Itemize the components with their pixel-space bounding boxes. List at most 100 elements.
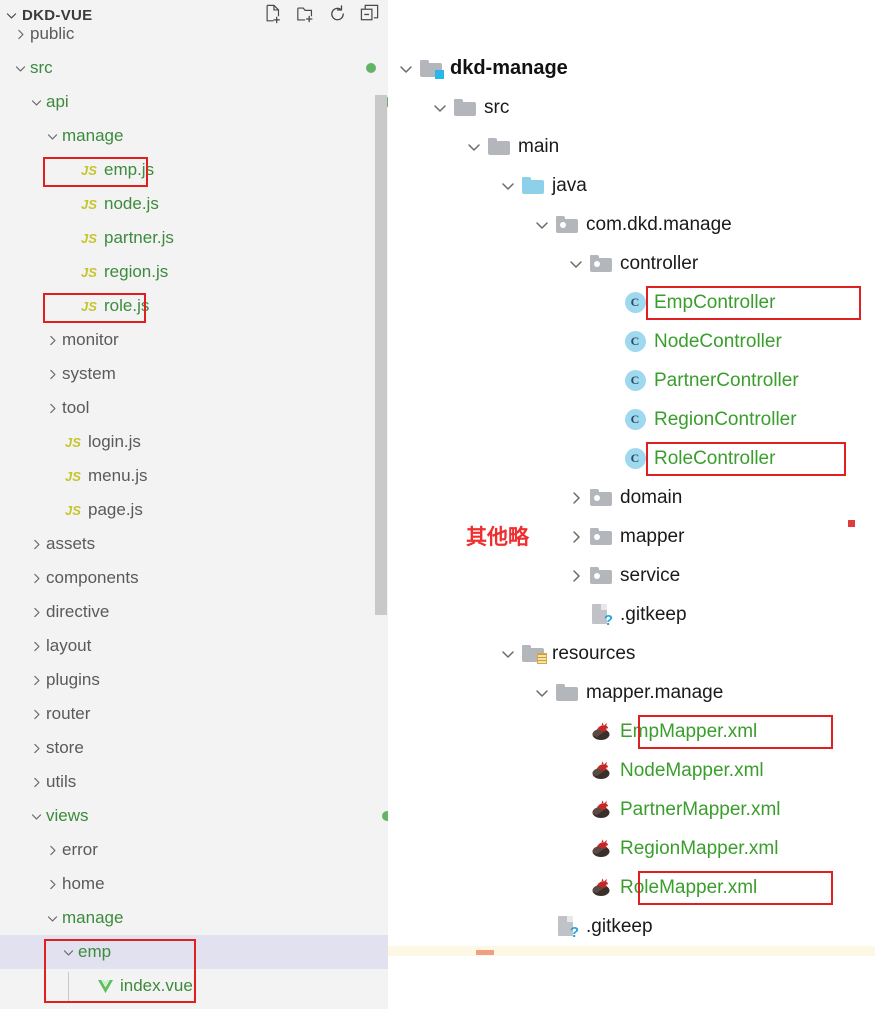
explorer-row-public[interactable]: public	[0, 17, 388, 51]
chevron-down-icon[interactable]	[44, 910, 60, 926]
chevron-down-icon[interactable]	[28, 94, 44, 110]
project-row-controller[interactable]: controller	[388, 244, 875, 283]
explorer-tree[interactable]: index.vueU emp manage home error views utils st…	[0, 24, 388, 1009]
chevron-down-icon[interactable]	[44, 128, 60, 144]
explorer-row-role-js[interactable]: JSrole.jsU	[0, 289, 388, 323]
chevron-right-icon[interactable]	[28, 570, 44, 586]
project-row-rolemapper-xml[interactable]: RoleMapper.xml	[388, 868, 875, 907]
explorer-row-plugins[interactable]: plugins	[0, 663, 388, 697]
explorer-row-emp[interactable]: emp	[0, 935, 388, 969]
project-row-label: .gitkeep	[586, 915, 653, 937]
java-class-icon: C	[624, 448, 646, 469]
explorer-row-region-js[interactable]: JSregion.jsU	[0, 255, 388, 289]
chevron-right-icon[interactable]	[44, 400, 60, 416]
explorer-row-manage[interactable]: manage	[0, 119, 388, 153]
chevron-down-icon[interactable]	[498, 646, 518, 662]
chevron-right-icon[interactable]	[44, 366, 60, 382]
javascript-file-icon: JS	[81, 196, 97, 212]
explorer-row-monitor[interactable]: monitor	[0, 323, 388, 357]
explorer-row-login-js[interactable]: JS login.js	[0, 425, 388, 459]
project-row-rolecontroller[interactable]: C RoleController	[388, 439, 875, 478]
project-row-partnermapper-xml[interactable]: PartnerMapper.xml	[388, 790, 875, 829]
chevron-right-icon[interactable]	[566, 529, 586, 545]
project-row-label: EmpMapper.xml	[620, 720, 758, 742]
chevron-right-icon[interactable]	[44, 842, 60, 858]
project-row-mapper[interactable]: mapper	[388, 517, 875, 556]
java-class-icon: C	[620, 292, 650, 313]
project-row-regionmapper-xml[interactable]: RegionMapper.xml	[388, 829, 875, 868]
chevron-down-icon[interactable]	[498, 178, 518, 194]
explorer-row-node-js[interactable]: JSnode.jsU	[0, 187, 388, 221]
chevron-right-icon[interactable]	[28, 604, 44, 620]
explorer-scrollbar[interactable]	[374, 31, 388, 1009]
explorer-row-directive[interactable]: directive	[0, 595, 388, 629]
chevron-right-icon[interactable]	[44, 876, 60, 892]
chevron-down-icon[interactable]	[566, 256, 586, 272]
project-row-com-dkd-manage[interactable]: com.dkd.manage	[388, 205, 875, 244]
explorer-row-router[interactable]: router	[0, 697, 388, 731]
project-row-regioncontroller[interactable]: C RegionController	[388, 400, 875, 439]
annotation-others-omitted: 其他略	[466, 525, 529, 549]
explorer-row-page-js[interactable]: JS page.js	[0, 493, 388, 527]
project-row-src[interactable]: src	[388, 88, 875, 127]
explorer-row-utils[interactable]: utils	[0, 765, 388, 799]
project-row-java[interactable]: java	[388, 166, 875, 205]
project-row-main[interactable]: main	[388, 127, 875, 166]
project-row-label: src	[484, 96, 510, 118]
chevron-right-icon[interactable]	[28, 706, 44, 722]
chevron-right-icon[interactable]	[566, 568, 586, 584]
explorer-row-assets[interactable]: assets	[0, 527, 388, 561]
folder-icon	[484, 138, 514, 155]
explorer-row-emp-js[interactable]: JSemp.jsU	[0, 153, 388, 187]
explorer-row-label: emp	[78, 942, 112, 961]
explorer-row-home[interactable]: home	[0, 867, 388, 901]
chevron-down-icon[interactable]	[532, 217, 552, 233]
chevron-right-icon[interactable]	[28, 672, 44, 688]
explorer-row-layout[interactable]: layout	[0, 629, 388, 663]
explorer-row-components[interactable]: components	[0, 561, 388, 595]
explorer-row-partner-js[interactable]: JSpartner.jsU	[0, 221, 388, 255]
chevron-down-icon[interactable]	[532, 685, 552, 701]
explorer-row-system[interactable]: system	[0, 357, 388, 391]
project-row--gitkeep[interactable]: ? .gitkeep	[388, 595, 875, 634]
scrollbar-thumb[interactable]	[375, 95, 387, 615]
explorer-row-index-vue[interactable]: index.vueU	[0, 969, 388, 1003]
chevron-down-icon[interactable]	[430, 100, 450, 116]
chevron-down-icon[interactable]	[396, 61, 416, 77]
project-row-empcontroller[interactable]: C EmpController	[388, 283, 875, 322]
java-class-icon: C	[620, 370, 650, 391]
chevron-right-icon[interactable]	[28, 638, 44, 654]
explorer-row-error[interactable]: error	[0, 833, 388, 867]
project-row-domain[interactable]: domain	[388, 478, 875, 517]
unknown-file-icon: ?	[591, 603, 613, 628]
chevron-down-icon[interactable]	[464, 139, 484, 155]
chevron-down-icon[interactable]	[60, 944, 76, 960]
explorer-row-views[interactable]: views	[0, 799, 388, 833]
mybatis-file-icon	[592, 760, 610, 779]
project-row-partnercontroller[interactable]: C PartnerController	[388, 361, 875, 400]
explorer-row-src[interactable]: src	[0, 51, 388, 85]
project-row-nodemapper-xml[interactable]: NodeMapper.xml	[388, 751, 875, 790]
explorer-row-tool[interactable]: tool	[0, 391, 388, 425]
explorer-row-label: monitor	[62, 330, 119, 349]
chevron-right-icon[interactable]	[28, 774, 44, 790]
project-row-service[interactable]: service	[388, 556, 875, 595]
chevron-right-icon[interactable]	[28, 740, 44, 756]
project-row-nodecontroller[interactable]: C NodeController	[388, 322, 875, 361]
explorer-row-manage[interactable]: manage	[0, 901, 388, 935]
chevron-right-icon[interactable]	[12, 26, 28, 42]
explorer-row-api[interactable]: api	[0, 85, 388, 119]
project-row-dkd-manage[interactable]: dkd-manage	[388, 49, 875, 88]
explorer-row-store[interactable]: store	[0, 731, 388, 765]
java-class-icon: C	[620, 409, 650, 430]
chevron-right-icon[interactable]	[44, 332, 60, 348]
chevron-right-icon[interactable]	[28, 536, 44, 552]
project-row--gitkeep[interactable]: ? .gitkeep	[388, 907, 875, 946]
chevron-right-icon[interactable]	[566, 490, 586, 506]
chevron-down-icon[interactable]	[28, 808, 44, 824]
chevron-down-icon[interactable]	[12, 60, 28, 76]
project-row-resources[interactable]: resources	[388, 634, 875, 673]
project-row-empmapper-xml[interactable]: EmpMapper.xml	[388, 712, 875, 751]
explorer-row-menu-js[interactable]: JS menu.js	[0, 459, 388, 493]
project-row-mapper-manage[interactable]: mapper.manage	[388, 673, 875, 712]
